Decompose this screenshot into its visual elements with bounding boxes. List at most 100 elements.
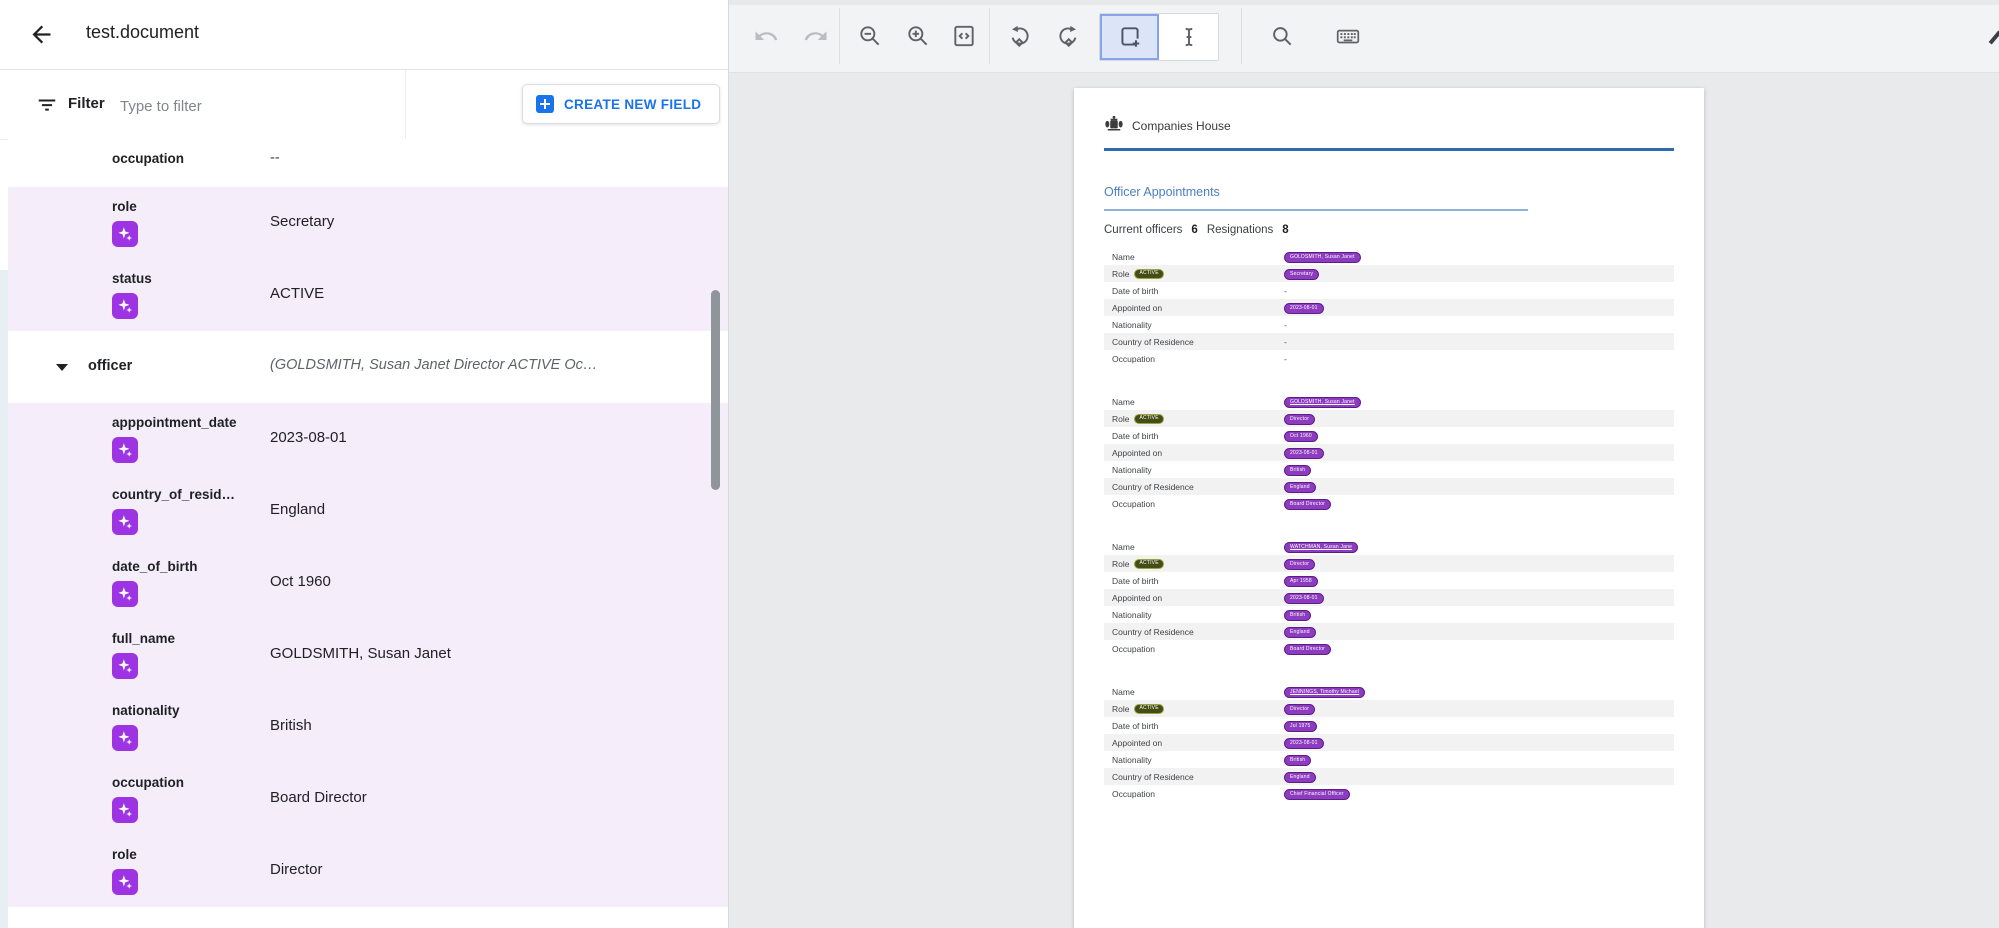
record-row-label: Date of birth [1112, 431, 1284, 441]
annotation-pill[interactable]: British [1284, 465, 1311, 476]
document-title: test.document [86, 22, 199, 43]
record-row-value: England [1284, 480, 1666, 493]
rotate-right-icon[interactable] [1055, 23, 1081, 49]
collapse-triangle-icon[interactable] [56, 364, 68, 371]
record-row: NationalityBritish [1104, 751, 1674, 768]
field-list: occupation--roleSecretarystatusACTIVEoff… [8, 139, 728, 907]
annotation-pill[interactable]: British [1284, 610, 1311, 621]
annotation-pill[interactable]: 2023-08-01 [1284, 593, 1324, 604]
field-value: ACTIVE [270, 285, 324, 302]
record-row: Appointed on2023-08-01 [1104, 734, 1674, 751]
record-row-value: England [1284, 770, 1666, 783]
field-row-country_of_resid…[interactable]: country_of_resid…England [8, 475, 728, 547]
zoom-in-icon[interactable] [905, 23, 931, 49]
field-value: 2023-08-01 [270, 429, 347, 446]
field-value: (GOLDSMITH, Susan Janet Director ACTIVE … [270, 357, 597, 373]
field-label: role [112, 847, 137, 862]
record-row-label: Name [1112, 397, 1284, 407]
search-icon[interactable] [1269, 23, 1295, 49]
annotation-pill[interactable]: Chief Financial Officer [1284, 789, 1350, 800]
annotation-pill[interactable]: Jul 1975 [1284, 721, 1317, 732]
annotation-pill[interactable]: JENNINGS, Timothy Michael [1284, 687, 1365, 698]
record-row-value: GOLDSMITH, Susan Janet [1284, 250, 1666, 263]
field-row-date_of_birth[interactable]: date_of_birthOct 1960 [8, 547, 728, 619]
record-row-label: Country of Residence [1112, 627, 1284, 637]
field-value: England [270, 501, 325, 518]
annotation-pill[interactable]: Secretary [1284, 269, 1319, 280]
record-row: Appointed on2023-08-01 [1104, 299, 1674, 316]
annotation-pill[interactable]: England [1284, 627, 1316, 638]
annotation-pill[interactable]: WATCHMAN, Susan Jane [1284, 542, 1358, 553]
annotation-pill[interactable]: 2023-08-01 [1284, 738, 1324, 749]
filter-input[interactable] [118, 90, 392, 122]
toolbar-separator [839, 8, 840, 64]
annotation-pill[interactable]: British [1284, 755, 1311, 766]
companies-house-brand: Companies House [1132, 119, 1231, 133]
record-row-value: Jul 1975 [1284, 719, 1666, 732]
annotation-pill[interactable]: 2023-08-01 [1284, 448, 1324, 459]
field-group-row-officer[interactable]: officer(GOLDSMITH, Susan Janet Director … [8, 331, 728, 403]
bounding-box-add-tool-icon[interactable] [1100, 14, 1159, 60]
field-value: Director [270, 861, 323, 878]
field-row-role[interactable]: roleSecretary [8, 187, 728, 259]
ai-sparkle-icon [112, 869, 138, 895]
panel-left-strip [0, 270, 8, 928]
field-row-full_name[interactable]: full_nameGOLDSMITH, Susan Janet [8, 619, 728, 691]
section-title: Officer Appointments [1104, 185, 1220, 199]
record-row: RoleACTIVESecretary [1104, 265, 1674, 282]
annotation-pill[interactable]: GOLDSMITH, Susan Janet [1284, 252, 1361, 263]
annotation-pill[interactable]: Oct 1960 [1284, 431, 1318, 442]
field-value: Board Director [270, 789, 367, 806]
record-row-value: - [1284, 354, 1666, 364]
annotation-pill[interactable]: GOLDSMITH, Susan Janet [1284, 397, 1361, 408]
annotation-pill[interactable]: Board Director [1284, 644, 1331, 655]
undo-icon[interactable] [753, 23, 779, 49]
annotation-pill[interactable]: Director [1284, 414, 1315, 425]
rotate-left-icon[interactable] [1007, 23, 1033, 49]
record-row: NameGOLDSMITH, Susan Janet [1104, 393, 1674, 410]
field-row-nationality[interactable]: nationality British [8, 691, 728, 763]
text-select-tool-icon[interactable] [1159, 14, 1218, 60]
annotation-pill[interactable]: 2023-08-01 [1284, 303, 1324, 314]
record-row: Date of birth- [1104, 282, 1674, 299]
code-view-icon[interactable] [951, 23, 977, 49]
record-row-value: 2023-08-01 [1284, 301, 1666, 314]
status-annotation-pill[interactable]: ACTIVE [1134, 414, 1163, 424]
annotation-pill[interactable]: England [1284, 482, 1316, 493]
record-row-value: Director [1284, 412, 1666, 425]
redo-icon[interactable] [803, 23, 829, 49]
annotation-pill[interactable]: England [1284, 772, 1316, 783]
panel-scrollbar-thumb[interactable] [711, 290, 720, 490]
annotation-pill[interactable]: Board Director [1284, 499, 1331, 510]
annotation-pill[interactable]: Director [1284, 559, 1315, 570]
back-arrow-icon[interactable] [28, 21, 55, 48]
field-row-status[interactable]: statusACTIVE [8, 259, 728, 331]
empty-value: - [1284, 337, 1287, 347]
create-new-field-label: CREATE NEW FIELD [564, 97, 701, 112]
record-row-label: Country of Residence [1112, 482, 1284, 492]
field-row-role[interactable]: role Director [8, 835, 728, 907]
field-row-occupation[interactable]: occupation-- [8, 139, 728, 187]
annotation-pill[interactable]: Director [1284, 704, 1315, 715]
field-row-apppointment_date[interactable]: apppointment_date2023-08-01 [8, 403, 728, 475]
empty-value: - [1284, 320, 1287, 330]
status-annotation-pill[interactable]: ACTIVE [1134, 559, 1163, 569]
record-row-label: Date of birth [1112, 576, 1284, 586]
annotation-pill[interactable]: Apr 1958 [1284, 576, 1318, 587]
status-annotation-pill[interactable]: ACTIVE [1134, 704, 1163, 714]
record-row-value: Chief Financial Officer [1284, 787, 1666, 800]
keyboard-icon[interactable] [1335, 23, 1361, 49]
field-value: British [270, 717, 312, 734]
record-row: Country of ResidenceEngland [1104, 768, 1674, 785]
record-row: NationalityBritish [1104, 606, 1674, 623]
current-officers-label: Current officers [1104, 224, 1182, 236]
record-row-label: Appointed on [1112, 303, 1284, 313]
record-row-value: Director [1284, 557, 1666, 570]
tool-toggle-group [1099, 13, 1219, 61]
royal-crest-icon [1104, 115, 1124, 133]
status-annotation-pill[interactable]: ACTIVE [1134, 269, 1163, 279]
create-new-field-button[interactable]: CREATE NEW FIELD [522, 84, 720, 124]
zoom-out-icon[interactable] [857, 23, 883, 49]
field-label: nationality [112, 703, 180, 718]
field-row-occupation[interactable]: occupationBoard Director [8, 763, 728, 835]
